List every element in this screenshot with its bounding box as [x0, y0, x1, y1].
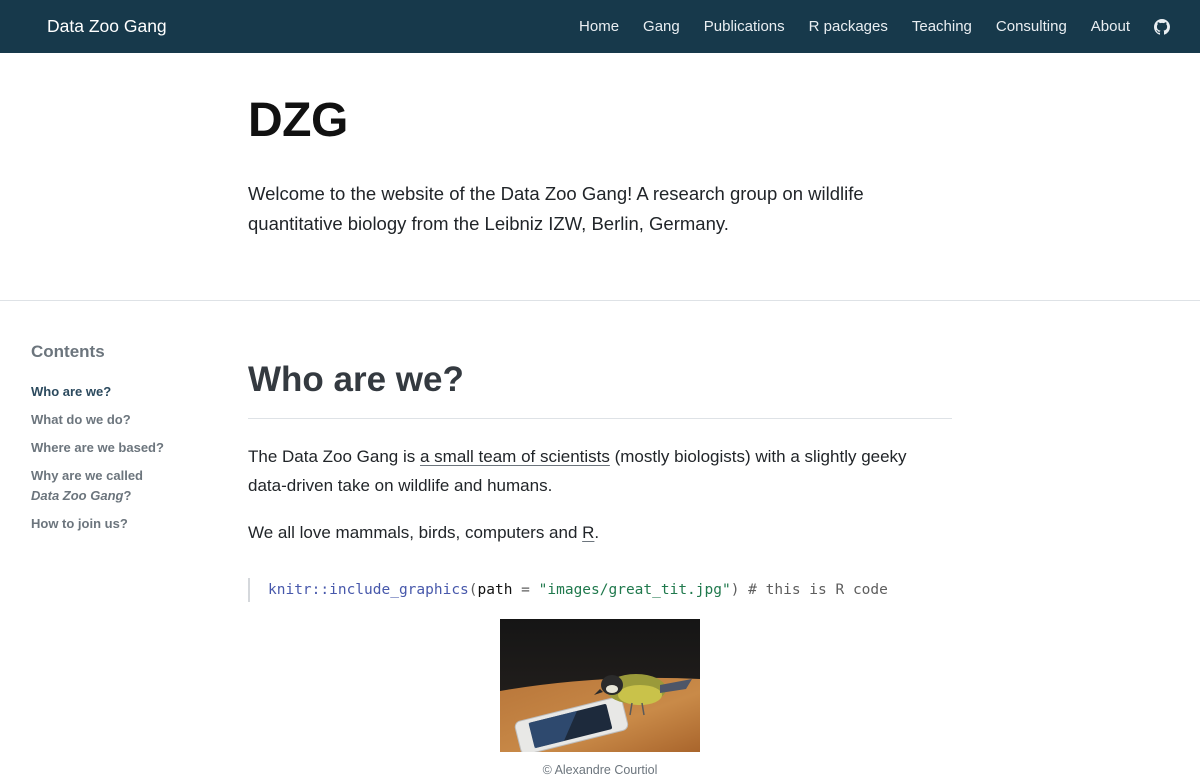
nav-about[interactable]: About [1091, 18, 1130, 35]
code-arg: path [477, 582, 513, 598]
toc-item-who-are-we[interactable]: Who are we? [31, 382, 171, 402]
code-string: "images/great_tit.jpg" [538, 582, 731, 598]
code-function: knitr::include_graphics [268, 582, 469, 598]
toc-item-why-prefix: Why are we called [31, 468, 143, 483]
toc-item-how-to-join[interactable]: How to join us? [31, 514, 171, 534]
github-icon[interactable] [1154, 18, 1170, 35]
intro-paragraph: The Data Zoo Gang is a small team of sci… [248, 442, 938, 500]
nav-teaching[interactable]: Teaching [912, 18, 972, 35]
hero-description: Welcome to the website of the Data Zoo G… [248, 183, 864, 234]
para2-after: . [594, 523, 600, 542]
toc-item-what-do-we-do[interactable]: What do we do? [31, 410, 171, 430]
toc-item-where-based[interactable]: Where are we based? [31, 438, 171, 458]
section-title: Who are we? [248, 360, 464, 399]
para2-before: We all love mammals, birds, computers an… [248, 523, 583, 542]
nav-publications[interactable]: Publications [704, 18, 785, 35]
brand-link[interactable]: Data Zoo Gang [47, 0, 167, 53]
toc-item-why-suffix: ? [123, 488, 132, 503]
love-paragraph: We all love mammals, birds, computers an… [248, 518, 599, 547]
code-block: knitr::include_graphics(path = "images/g… [248, 578, 888, 602]
r-link[interactable]: R [582, 523, 594, 542]
nav-links: Home Gang Publications R packages Teachi… [579, 0, 1200, 53]
section-divider [248, 418, 952, 419]
toc-title: Contents [31, 342, 105, 361]
code-open-paren: ( [468, 582, 478, 598]
code-equals: = [512, 582, 539, 598]
toc-item-why-called[interactable]: Why are we called Data Zoo Gang? [31, 466, 171, 506]
figure-caption: © Alexandre Courtiol [542, 763, 658, 777]
page-title: DZG [248, 94, 348, 147]
para1-before: The Data Zoo Gang is [248, 447, 420, 466]
nav-home[interactable]: Home [579, 18, 619, 35]
small-team-link[interactable]: a small team of scientists [420, 447, 610, 466]
hero-section: DZG Welcome to the website of the Data Z… [0, 53, 1200, 301]
code-comment: # this is R code [739, 582, 888, 598]
toc-item-why-em: Data Zoo Gang [31, 488, 124, 503]
nav-consulting[interactable]: Consulting [996, 18, 1067, 35]
nav-r-packages[interactable]: R packages [809, 18, 888, 35]
nav-gang[interactable]: Gang [643, 18, 680, 35]
table-of-contents: Contents Who are we? What do we do? Wher… [31, 342, 171, 542]
bird-figure: © Alexandre Courtiol [500, 619, 700, 777]
great-tit-image [500, 619, 700, 752]
navbar: Data Zoo Gang Home Gang Publications R p… [0, 0, 1200, 53]
